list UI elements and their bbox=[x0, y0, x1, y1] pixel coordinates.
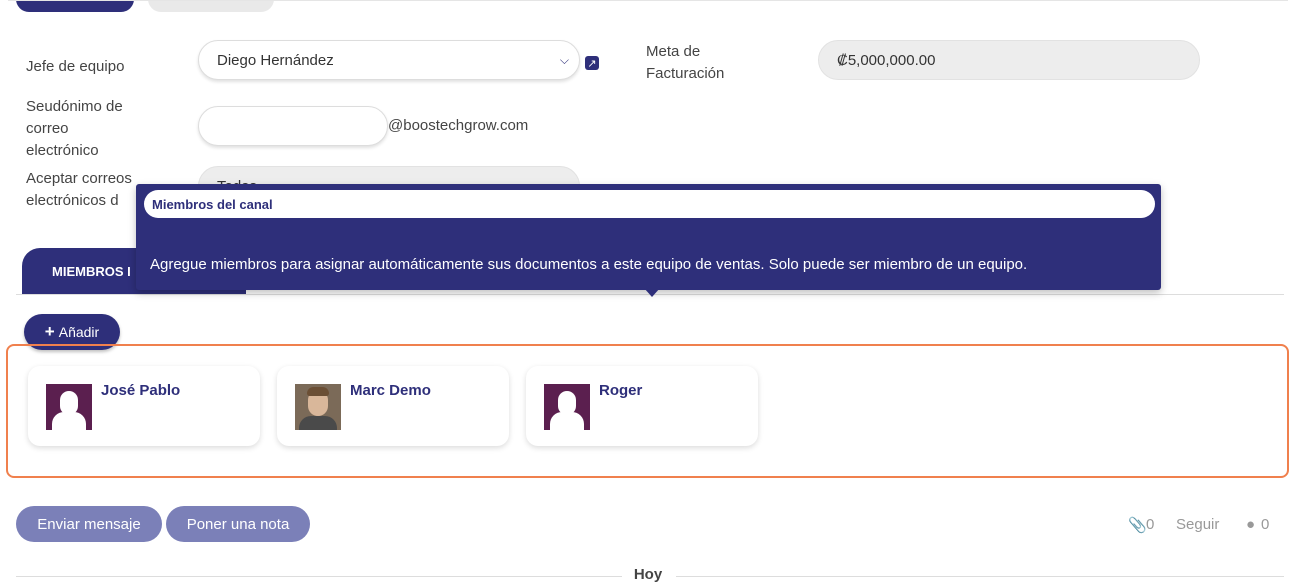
goal-label: Meta de Facturación bbox=[646, 43, 725, 82]
accept-emails-label: Aceptar correos electrónicos d bbox=[26, 170, 132, 209]
send-message-button[interactable]: Enviar mensaje bbox=[16, 506, 162, 542]
member-name: José Pablo bbox=[101, 382, 181, 399]
user-icon[interactable]: ● bbox=[1246, 516, 1255, 533]
member-name: Marc Demo bbox=[350, 382, 431, 399]
team-leader-label: Jefe de equipo bbox=[26, 58, 125, 75]
alias-label: Seudónimo de correo electrónico bbox=[26, 98, 123, 159]
avatar bbox=[295, 384, 341, 430]
tooltip-title: Miembros del canal bbox=[144, 190, 1155, 218]
alias-domain: @boostechgrow.com bbox=[388, 117, 529, 134]
tooltip-body: Agregue miembros para asignar automática… bbox=[150, 256, 1028, 273]
default-user-icon bbox=[544, 384, 590, 430]
timeline-today: Hoy bbox=[633, 566, 663, 583]
external-link-icon[interactable]: ↗ bbox=[585, 56, 599, 70]
tooltip: Miembros del canal Agregue miembros para… bbox=[136, 184, 1161, 297]
tooltip-arrow bbox=[644, 288, 660, 297]
goal-input[interactable]: ₡5,000,000.00 bbox=[818, 40, 1200, 80]
timeline-divider-right bbox=[676, 576, 1284, 577]
attachments-count: 0 bbox=[1146, 516, 1155, 533]
alias-input[interactable] bbox=[198, 106, 388, 146]
member-name: Roger bbox=[599, 382, 643, 399]
chevron-down-icon: ⌵ bbox=[559, 53, 569, 67]
paperclip-icon[interactable]: 📎 bbox=[1128, 516, 1147, 534]
team-leader-select[interactable]: Diego Hernández ⌵ bbox=[198, 40, 580, 80]
member-card[interactable]: Roger bbox=[526, 366, 758, 446]
followers-count: 0 bbox=[1261, 516, 1270, 533]
member-card[interactable]: José Pablo bbox=[28, 366, 260, 446]
log-note-button[interactable]: Poner una nota bbox=[166, 506, 310, 542]
follow-button[interactable]: Seguir bbox=[1176, 516, 1219, 533]
timeline-divider-left bbox=[16, 576, 622, 577]
plus-icon: + bbox=[44, 322, 55, 341]
default-user-icon bbox=[46, 384, 92, 430]
member-card[interactable]: Marc Demo bbox=[277, 366, 509, 446]
team-leader-value: Diego Hernández bbox=[217, 51, 334, 69]
